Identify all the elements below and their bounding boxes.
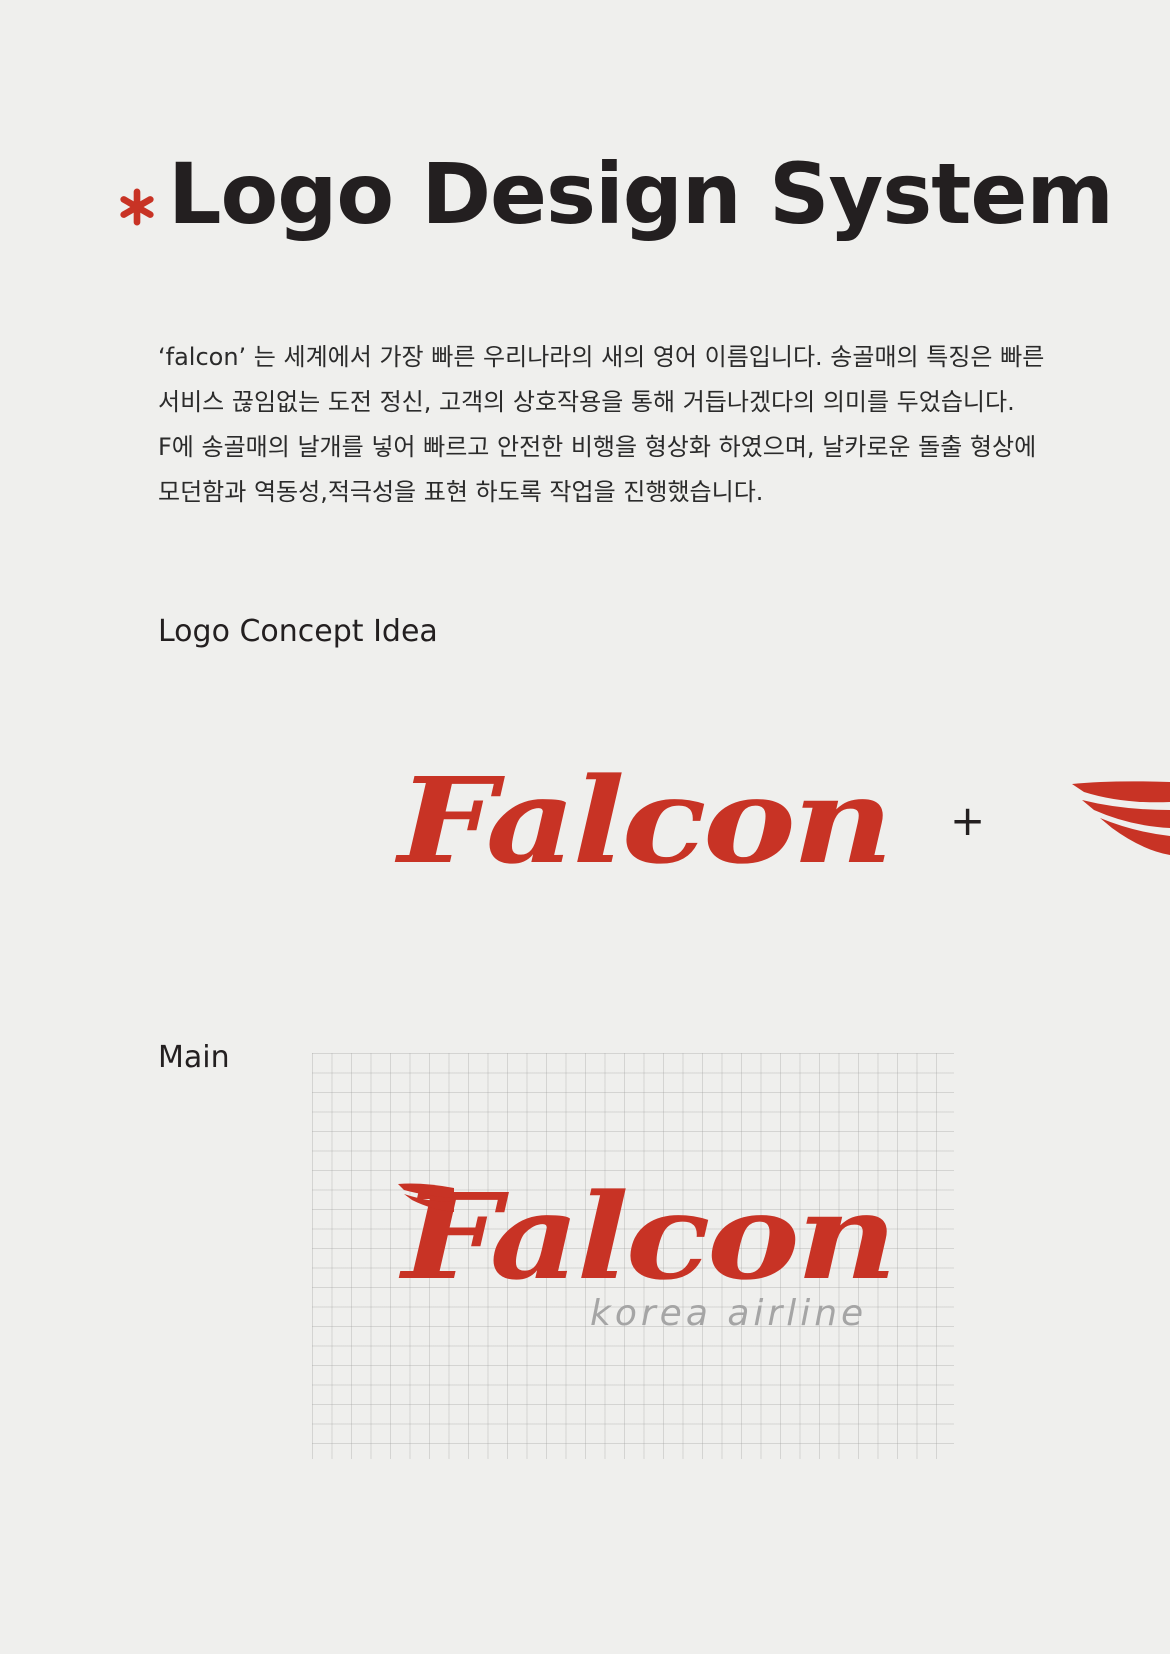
- logo-design-system-page: Logo Design System ‘falcon’ 는 세계에서 가장 빠른…: [0, 0, 1170, 1654]
- main-wordmark: Falcon: [402, 1167, 898, 1306]
- intro-text: ‘falcon’ 는 세계에서 가장 빠른 우리나라의 새의 영어 이름입니다.…: [158, 335, 1170, 515]
- intro-line: ‘falcon’ 는 세계에서 가장 빠른 우리나라의 새의 영어 이름입니다.…: [158, 343, 1045, 371]
- main-section-label: Main: [158, 1040, 230, 1075]
- intro-line: F에 송골매의 날개를 넣어 빠르고 안전한 비행을 형상화 하였으며, 날카로…: [158, 433, 1037, 461]
- page-title: Logo Design System: [168, 145, 1114, 243]
- plus-sign: +: [950, 796, 986, 845]
- intro-line: 모던함과 역동성,적극성을 표현 하도록 작업을 진행했습니다.: [158, 478, 764, 506]
- asterisk-icon: [120, 188, 154, 226]
- concept-section-label: Logo Concept Idea: [158, 614, 438, 649]
- concept-wordmark: Falcon: [398, 751, 894, 890]
- falcon-wing-icon: [398, 1183, 454, 1212]
- main-subbrand-text: korea airline: [590, 1293, 868, 1334]
- page-header: Logo Design System: [118, 145, 1114, 243]
- intro-line: 서비스 끊임없는 도전 정신, 고객의 상호작용을 통해 거듭나겠다의 의미를 …: [158, 388, 1015, 416]
- main-logo: Falcon korea airline: [398, 1178, 898, 1338]
- falcon-wing-icon: [1072, 781, 1170, 855]
